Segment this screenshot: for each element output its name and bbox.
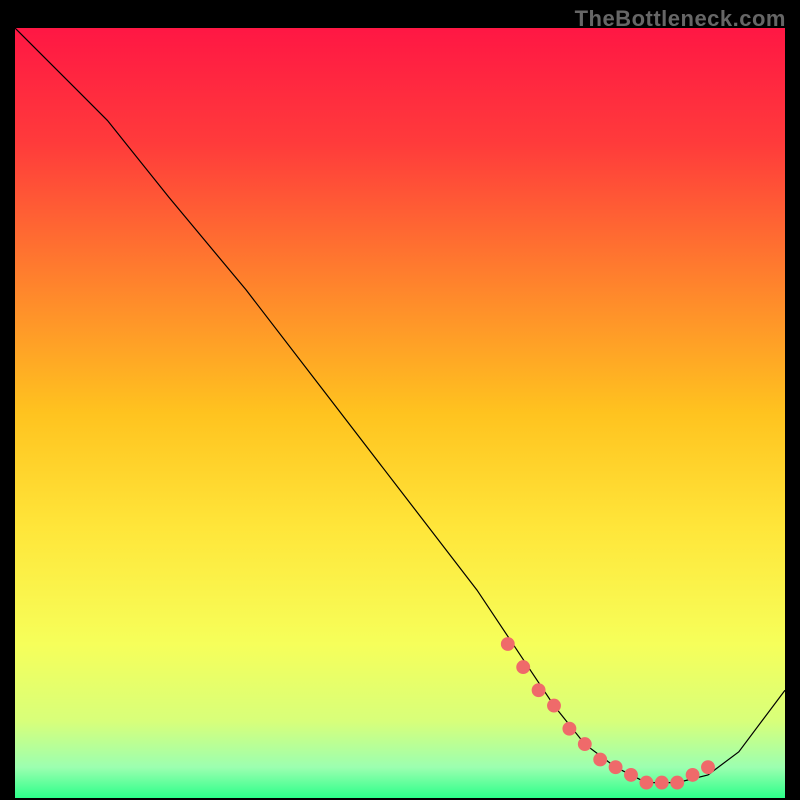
highlight-marker bbox=[639, 776, 653, 790]
highlight-marker bbox=[593, 753, 607, 767]
plot-background bbox=[15, 28, 785, 798]
highlight-marker bbox=[562, 722, 576, 736]
highlight-marker bbox=[547, 699, 561, 713]
highlight-marker bbox=[655, 776, 669, 790]
highlight-marker bbox=[501, 637, 515, 651]
bottleneck-chart bbox=[15, 28, 785, 798]
highlight-marker bbox=[670, 776, 684, 790]
highlight-marker bbox=[701, 760, 715, 774]
highlight-marker bbox=[609, 760, 623, 774]
chart-stage: TheBottleneck.com bbox=[0, 0, 800, 800]
highlight-marker bbox=[532, 683, 546, 697]
highlight-marker bbox=[624, 768, 638, 782]
highlight-marker bbox=[578, 737, 592, 751]
highlight-marker bbox=[686, 768, 700, 782]
watermark-text: TheBottleneck.com bbox=[575, 6, 786, 32]
highlight-marker bbox=[516, 660, 530, 674]
